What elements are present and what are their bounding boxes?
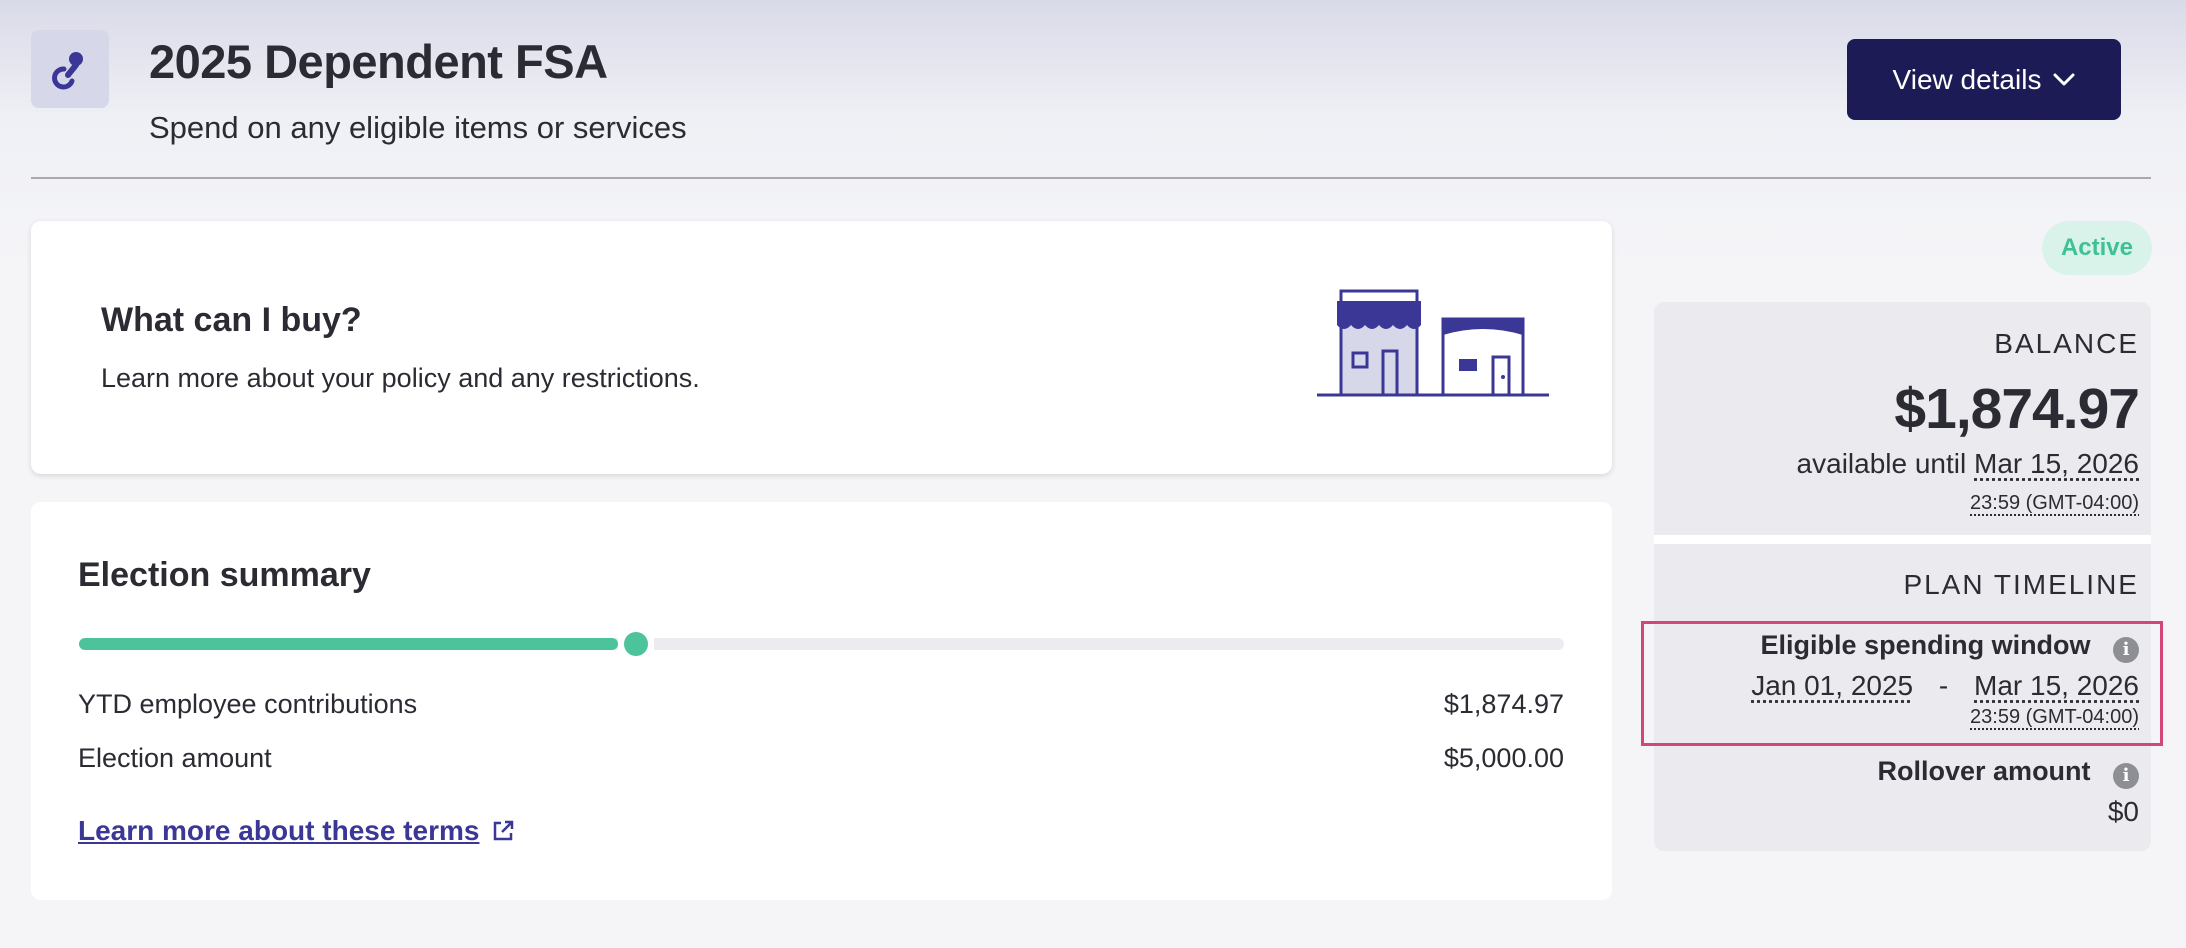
rollover-label: Rollover amount (1877, 756, 2091, 786)
rollover-label-row: Rollover amount i (1878, 756, 2139, 789)
contribution-progress-marker (623, 632, 648, 656)
available-until-date[interactable]: Mar 15, 2026 (1974, 448, 2139, 479)
window-start-date[interactable]: Jan 01, 2025 (1751, 670, 1913, 701)
view-details-button[interactable]: View details (1847, 39, 2121, 120)
spending-window-label: Eligible spending window (1760, 630, 2091, 660)
what-can-i-buy-card[interactable]: What can I buy? Learn more about your po… (31, 221, 1612, 474)
header-divider (31, 177, 2151, 179)
view-details-label: View details (1892, 63, 2042, 95)
chevron-down-icon (2053, 73, 2075, 85)
spending-window-label-row: Eligible spending window i (1761, 630, 2139, 663)
ytd-contributions-value: $1,874.97 (1443, 689, 1564, 719)
election-summary-card: Election summary YTD employee contributi… (31, 502, 1612, 900)
info-icon[interactable]: i (2113, 636, 2139, 663)
learn-more-terms-link[interactable]: Learn more about these terms (78, 815, 515, 847)
storefronts-illustration (1317, 289, 1549, 397)
spending-window-dates: Jan 01, 2025 - Mar 15, 2026 (1751, 670, 2139, 702)
buy-card-title: What can I buy? (101, 301, 362, 339)
panel-divider (1654, 535, 2151, 544)
rollover-value: $0 (2107, 796, 2139, 827)
status-badge: Active (2042, 221, 2152, 275)
ytd-contributions-label: YTD employee contributions (78, 689, 418, 719)
available-until-time[interactable]: 23:59 (GMT-04:00) (1970, 492, 2139, 515)
page-header: 2025 Dependent FSA Spend on any eligible… (31, 30, 2151, 180)
contribution-progress-fill (79, 638, 618, 650)
learn-more-terms-label: Learn more about these terms (78, 815, 480, 846)
balance-availability: available until Mar 15, 2026 (1797, 448, 2139, 480)
balance-heading: BALANCE (1994, 328, 2139, 359)
external-link-icon (494, 820, 514, 841)
window-end-time[interactable]: 23:59 (GMT-04:00) (1970, 706, 2139, 729)
window-end-date[interactable]: Mar 15, 2026 (1974, 670, 2139, 701)
election-amount-label: Election amount (78, 743, 272, 773)
buy-card-description: Learn more about your policy and any res… (101, 363, 700, 393)
plan-timeline-heading: PLAN TIMELINE (1903, 569, 2139, 600)
window-separator: - (1938, 670, 1949, 701)
page-subtitle: Spend on any eligible items or services (149, 110, 687, 145)
pacifier-icon (31, 30, 109, 108)
election-summary-title: Election summary (78, 556, 371, 594)
election-amount-value: $5,000.00 (1443, 743, 1564, 773)
info-icon[interactable]: i (2113, 762, 2139, 789)
balance-amount: $1,874.97 (1894, 377, 2140, 441)
page-title: 2025 Dependent FSA (149, 35, 608, 88)
available-prefix: available until (1796, 448, 1967, 479)
